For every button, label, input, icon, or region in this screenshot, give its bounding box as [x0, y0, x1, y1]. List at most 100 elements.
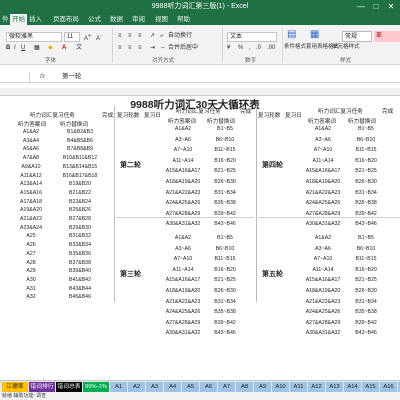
- right-answer-cell[interactable]: A24&A25&A26: [300, 309, 346, 315]
- fill-color-icon[interactable]: ◆: [48, 44, 53, 53]
- number-format-select[interactable]: 文本: [227, 32, 277, 42]
- middle-answer-cell[interactable]: A18&A19&A20: [160, 288, 206, 294]
- left-replace-cell[interactable]: B7&B8&B9: [52, 146, 108, 152]
- right-replace-cell[interactable]: B6~B10: [345, 137, 387, 143]
- fx-icon[interactable]: fx: [40, 72, 45, 82]
- left-replace-cell[interactable]: B19&B20: [52, 181, 108, 187]
- sheet-tab[interactable]: A2: [128, 382, 145, 392]
- left-answer-cell[interactable]: A7&A8: [12, 155, 50, 161]
- indent-icon[interactable]: ⇥: [150, 44, 155, 53]
- close-button[interactable]: ✕: [384, 0, 398, 13]
- right-replace-cell[interactable]: B21~B25: [345, 277, 387, 283]
- middle-replace-cell[interactable]: B6~B10: [205, 137, 245, 143]
- maximize-button[interactable]: □: [369, 0, 383, 13]
- right-replace-cell[interactable]: B1~B5: [345, 126, 387, 132]
- wrap-text-button[interactable]: 自动换行: [168, 32, 192, 41]
- left-replace-cell[interactable]: B43&B44: [52, 286, 108, 292]
- shrink-font-icon[interactable]: A-: [96, 32, 102, 44]
- right-answer-cell[interactable]: A21&A22&A23: [300, 299, 346, 305]
- left-answer-cell[interactable]: A11&A12: [12, 173, 50, 179]
- right-answer-cell[interactable]: A1&A2: [300, 235, 346, 241]
- left-replace-cell[interactable]: B23&B24: [52, 199, 108, 205]
- middle-replace-cell[interactable]: B1~B5: [205, 235, 245, 241]
- middle-answer-cell[interactable]: A24&A25&A26: [160, 200, 206, 206]
- font-size-select[interactable]: 11: [64, 32, 80, 42]
- sheet-tab[interactable]: A5: [182, 382, 199, 392]
- middle-answer-cell[interactable]: A7~A10: [160, 147, 206, 153]
- sheet-tab[interactable]: A7: [218, 382, 235, 392]
- left-answer-cell[interactable]: A28: [12, 260, 50, 266]
- tab-insert[interactable]: 插入: [27, 14, 44, 25]
- sheet-tab[interactable]: A12: [308, 382, 325, 392]
- right-replace-cell[interactable]: B35~B38: [345, 200, 387, 206]
- left-replace-cell[interactable]: B1&B2&B3: [52, 129, 108, 135]
- left-replace-cell[interactable]: B29&B30: [52, 225, 108, 231]
- left-replace-cell[interactable]: B33&B34: [52, 242, 108, 248]
- left-answer-cell[interactable]: A26: [12, 242, 50, 248]
- left-answer-cell[interactable]: A21&A22: [12, 216, 50, 222]
- sheet-tab[interactable]: A6: [200, 382, 217, 392]
- middle-answer-cell[interactable]: A21&A22&A23: [160, 299, 206, 305]
- conditional-format-button[interactable]: 条件格式: [284, 43, 306, 52]
- grow-font-icon[interactable]: A+: [84, 32, 91, 44]
- minimize-button[interactable]: —: [354, 0, 368, 13]
- middle-answer-cell[interactable]: A27&A28&A29: [160, 320, 206, 326]
- middle-answer-cell[interactable]: A11~A14: [160, 158, 206, 164]
- left-answer-cell[interactable]: A3&A4: [12, 138, 50, 144]
- sheet-tab[interactable]: 江德率: [2, 382, 28, 392]
- middle-replace-cell[interactable]: B35~B38: [205, 200, 245, 206]
- right-answer-cell[interactable]: A30&A31&A32: [300, 330, 346, 336]
- sheet-tab[interactable]: A4: [164, 382, 181, 392]
- wrap-text-icon[interactable]: ⤶: [160, 32, 163, 41]
- right-answer-cell[interactable]: A3~A6: [300, 246, 346, 252]
- middle-answer-cell[interactable]: A1&A2: [160, 235, 206, 241]
- middle-replace-cell[interactable]: B31~B34: [205, 190, 245, 196]
- italic-icon[interactable]: I: [14, 44, 16, 53]
- right-replace-cell[interactable]: B31~B34: [345, 299, 387, 305]
- middle-replace-cell[interactable]: B43~B46: [205, 221, 245, 227]
- right-answer-cell[interactable]: A18&A19&A20: [300, 179, 346, 185]
- decrease-decimal-icon[interactable]: .00: [267, 44, 275, 53]
- right-answer-cell[interactable]: A24&A25&A26: [300, 200, 346, 206]
- left-replace-cell[interactable]: B37&B38: [52, 260, 108, 266]
- left-replace-cell[interactable]: B39&B40: [52, 268, 108, 274]
- middle-answer-cell[interactable]: A30&A31&A32: [160, 330, 206, 336]
- style-normal[interactable]: 常规: [342, 31, 372, 42]
- left-answer-cell[interactable]: A23&A24: [12, 225, 50, 231]
- right-answer-cell[interactable]: A27&A28&A29: [300, 211, 346, 217]
- right-replace-cell[interactable]: B43~B46: [345, 330, 387, 336]
- sheet-tab[interactable]: A8: [236, 382, 253, 392]
- middle-replace-cell[interactable]: B11~B15: [205, 147, 245, 153]
- tab-page-layout[interactable]: 页面布局: [51, 14, 81, 25]
- cell-styles-button[interactable]: 单元格样式: [332, 43, 360, 52]
- sheet-tab[interactable]: A11: [290, 382, 307, 392]
- left-answer-cell[interactable]: A30: [12, 277, 50, 283]
- left-answer-cell[interactable]: A27: [12, 251, 50, 257]
- align-top-icon[interactable]: ≡: [118, 32, 122, 41]
- right-answer-cell[interactable]: A11~A14: [300, 267, 346, 273]
- middle-answer-cell[interactable]: A21&A22&A23: [160, 190, 206, 196]
- left-replace-cell[interactable]: B13&B14&B15: [52, 164, 108, 170]
- tab-formulas[interactable]: 公式: [86, 14, 103, 25]
- percent-icon[interactable]: %: [238, 44, 243, 53]
- tab-review[interactable]: 审阅: [130, 14, 147, 25]
- sheet-tab[interactable]: 99%-1%: [83, 382, 109, 392]
- left-replace-cell[interactable]: B31&B32: [52, 233, 108, 239]
- sheet-tab[interactable]: A9: [254, 382, 271, 392]
- middle-answer-cell[interactable]: A15&A16&A17: [160, 168, 206, 174]
- orientation-icon[interactable]: ↗: [150, 32, 155, 41]
- left-replace-cell[interactable]: B10&B11&B12: [52, 155, 108, 161]
- middle-answer-cell[interactable]: A11~A14: [160, 267, 206, 273]
- left-replace-cell[interactable]: B21&B22: [52, 190, 108, 196]
- align-center-icon[interactable]: ≡: [128, 44, 132, 53]
- middle-replace-cell[interactable]: B39~B42: [205, 320, 245, 326]
- middle-answer-cell[interactable]: A27&A28&A29: [160, 211, 206, 217]
- middle-answer-cell[interactable]: A1&A2: [160, 126, 206, 132]
- middle-replace-cell[interactable]: B31~B34: [205, 299, 245, 305]
- tab-help[interactable]: 帮助: [175, 14, 192, 25]
- sheet-tab[interactable]: A13: [326, 382, 343, 392]
- left-answer-cell[interactable]: A17&A18: [12, 199, 50, 205]
- sheet-tab[interactable]: A1: [110, 382, 127, 392]
- left-answer-cell[interactable]: A29: [12, 268, 50, 274]
- phonetic-icon[interactable]: 文: [76, 44, 82, 53]
